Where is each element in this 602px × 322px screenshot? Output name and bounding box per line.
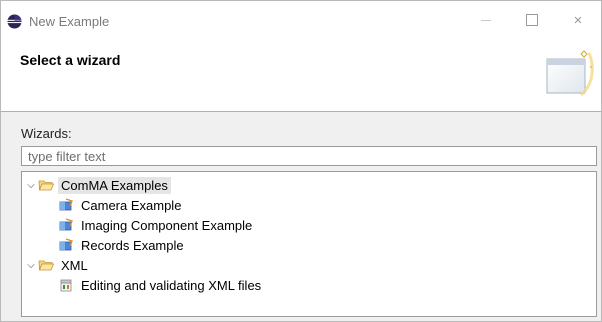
- page-title: Select a wizard: [20, 52, 121, 68]
- example-project-icon: [59, 218, 73, 231]
- tree-item-records-example[interactable]: Records Example: [58, 235, 187, 255]
- close-button[interactable]: ×: [555, 1, 601, 39]
- filter-input[interactable]: [21, 146, 597, 166]
- minimize-button[interactable]: [463, 1, 509, 39]
- tree-folder-comma-examples[interactable]: ⌵ ComMA Examples: [24, 175, 171, 195]
- tree-item-label: Camera Example: [81, 197, 182, 213]
- tree-folder-xml[interactable]: ⌵ XML: [24, 255, 91, 275]
- maximize-icon: [526, 14, 538, 26]
- wizard-tree[interactable]: ⌵ ComMA Examples Camera Example Imaging …: [21, 171, 597, 317]
- window-title: New Example: [29, 14, 110, 29]
- example-project-icon: [59, 198, 73, 211]
- chevron-down-icon[interactable]: ⌵: [24, 255, 38, 275]
- tree-item-label: ComMA Examples: [58, 176, 171, 194]
- chevron-down-icon[interactable]: ⌵: [24, 175, 38, 195]
- open-folder-icon: [38, 180, 54, 191]
- wizard-header: Select a wizard: [1, 39, 601, 112]
- xml-example-icon: [60, 279, 72, 292]
- wizards-label: Wizards:: [21, 126, 72, 141]
- tree-item-camera-example[interactable]: Camera Example: [58, 195, 184, 215]
- maximize-button[interactable]: [509, 1, 555, 39]
- tree-item-editing-validating-xml[interactable]: Editing and validating XML files: [58, 275, 264, 295]
- tree-item-label: Editing and validating XML files: [81, 277, 262, 293]
- new-wizard-banner-icon: [546, 50, 594, 97]
- tree-item-imaging-component-example[interactable]: Imaging Component Example: [58, 215, 255, 235]
- open-folder-icon: [38, 260, 54, 271]
- tree-item-label: Imaging Component Example: [81, 217, 253, 233]
- tree-item-label: XML: [61, 257, 88, 273]
- title-bar[interactable]: New Example ×: [1, 1, 601, 39]
- example-project-icon: [59, 238, 73, 251]
- tree-item-label: Records Example: [81, 237, 184, 253]
- close-icon: ×: [573, 11, 583, 29]
- minimize-icon: [481, 19, 491, 21]
- eclipse-icon: [7, 14, 22, 29]
- new-example-dialog: New Example × Select a wizard Wizards: t…: [0, 0, 602, 322]
